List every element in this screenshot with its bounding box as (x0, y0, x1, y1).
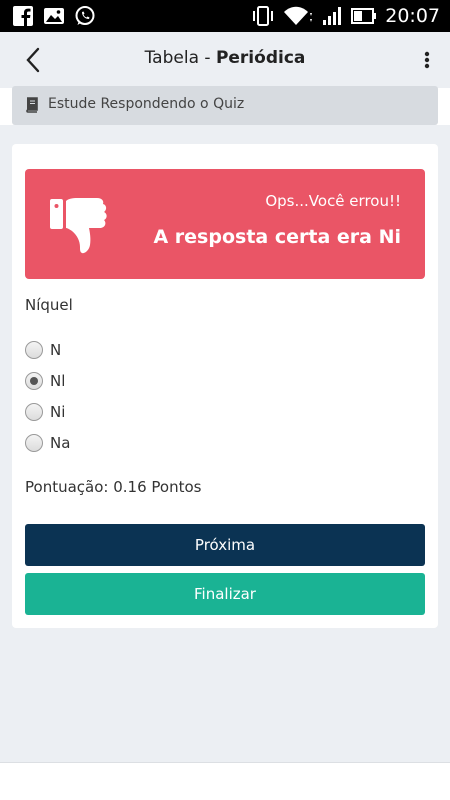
score-text: Pontuação: 0.16 Pontos (25, 478, 202, 496)
option-nl[interactable]: Nl (25, 370, 65, 392)
option-label: Nl (50, 372, 66, 390)
question-text: Níquel (25, 296, 73, 314)
radio-button[interactable] (25, 434, 43, 452)
signal-icon (321, 5, 343, 27)
breadcrumb: Estude Respondendo o Quiz (12, 86, 438, 125)
app-header: Tabela - Periódica (0, 32, 450, 88)
breadcrumb-text: Estude Respondendo o Quiz (48, 96, 245, 112)
bottom-strip (0, 762, 450, 800)
wrong-answer-alert: Ops...Você errou!! A resposta certa era … (25, 169, 425, 279)
radio-button[interactable] (25, 341, 43, 359)
radio-button[interactable] (25, 403, 43, 421)
vibrate-icon (251, 5, 275, 27)
more-vertical-icon[interactable] (422, 49, 432, 71)
alert-message: A resposta certa era Ni (153, 226, 401, 248)
radio-button-selected[interactable] (25, 372, 43, 390)
battery-icon (351, 5, 377, 27)
book-icon (25, 97, 39, 113)
quiz-card: Ops...Você errou!! A resposta certa era … (12, 144, 438, 628)
option-label: Ni (50, 403, 66, 421)
next-button[interactable]: Próxima (25, 524, 425, 566)
whatsapp-icon (74, 5, 96, 27)
status-clock: 20:07 (385, 5, 440, 27)
alert-subtitle: Ops...Você errou!! (265, 192, 401, 210)
thumbs-down-icon (49, 195, 113, 257)
page-title-bold: Periódica (215, 48, 306, 68)
finish-button[interactable]: Finalizar (25, 573, 425, 615)
page-title: Tabela - Periódica (0, 48, 450, 68)
option-ni[interactable]: Ni (25, 401, 65, 423)
option-label: N (50, 341, 62, 359)
option-label: Na (50, 434, 71, 452)
option-n[interactable]: N (25, 339, 61, 361)
wifi-icon (283, 5, 313, 27)
page-title-prefix: Tabela - (144, 48, 216, 68)
facebook-icon (12, 5, 34, 27)
option-na[interactable]: Na (25, 432, 70, 454)
image-icon (43, 5, 65, 27)
status-bar: 20:07 (0, 0, 450, 32)
